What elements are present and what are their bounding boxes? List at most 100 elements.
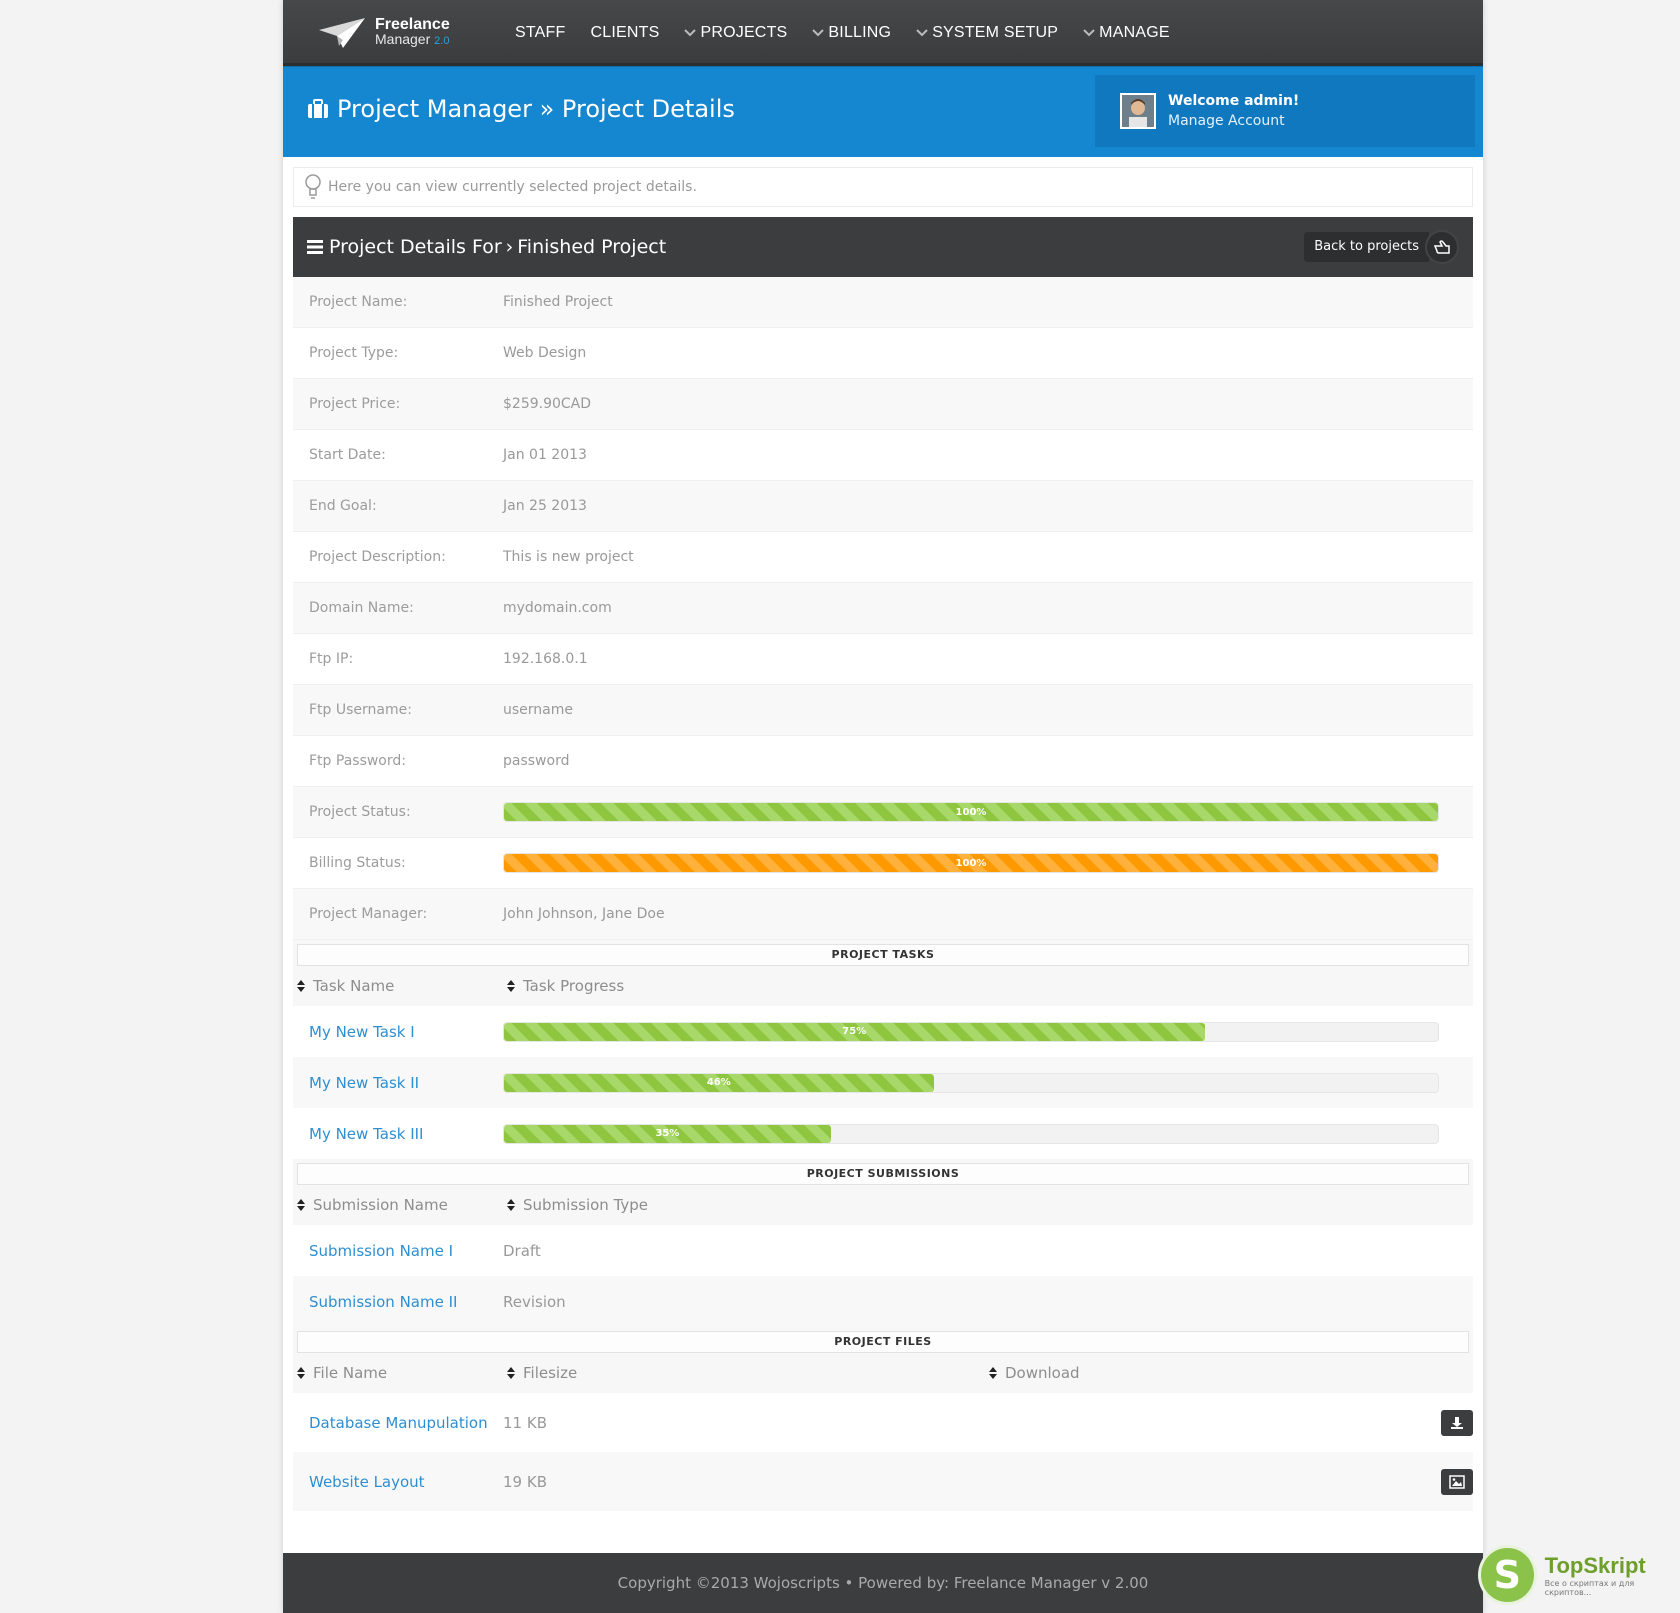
progress-fill: 100% <box>504 803 1438 821</box>
th-label: Task Progress <box>523 977 625 995</box>
main-menu: STAFF CLIENTS PROJECTS BILLING SYSTEM SE… <box>515 0 1195 66</box>
th-filesize[interactable]: Filesize <box>503 1364 985 1382</box>
file-link[interactable]: Database Manupulation <box>309 1414 488 1432</box>
task-link[interactable]: My New Task II <box>309 1074 419 1092</box>
user-photo-icon <box>1122 95 1154 127</box>
detail-label: Project Status: <box>309 804 411 820</box>
files-table-header: File Name Filesize Download <box>293 1353 1473 1393</box>
chevron-down-icon <box>1083 29 1095 37</box>
th-download[interactable]: Download <box>985 1364 1080 1382</box>
th-label: Submission Type <box>523 1196 649 1214</box>
panel-header: Project Details For › Finished Project B… <box>293 217 1473 277</box>
hand-point-left-icon[interactable] <box>1425 230 1459 264</box>
back-to-projects-button[interactable]: Back to projects <box>1304 230 1459 264</box>
watermark-tagline: Все о скриптах и для скриптов... <box>1544 1579 1635 1597</box>
detail-label: Start Date: <box>309 447 386 463</box>
th-submission-type[interactable]: Submission Type <box>503 1196 648 1214</box>
chevron-down-icon <box>684 29 697 37</box>
submission-link[interactable]: Submission Name I <box>309 1242 453 1260</box>
footer: Copyright ©2013 Wojoscripts • Powered by… <box>283 1553 1483 1613</box>
nav-billing[interactable]: BILLING <box>812 24 891 42</box>
menu-lines-icon <box>307 240 323 254</box>
detail-value: Finished Project <box>503 294 613 310</box>
details-list: Project Name: Finished Project Project T… <box>293 277 1473 940</box>
table-row: My New Task II 46% <box>293 1057 1473 1108</box>
table-row: Submission Name I Draft <box>293 1225 1473 1276</box>
nav-label: STAFF <box>515 24 566 41</box>
file-size: 11 KB <box>503 1413 547 1432</box>
table-row: Website Layout 19 KB <box>293 1452 1473 1511</box>
chevron-down-icon <box>812 29 825 37</box>
th-submission-name[interactable]: Submission Name <box>293 1196 503 1214</box>
th-label: File Name <box>313 1364 388 1382</box>
view-image-button[interactable] <box>1441 1468 1473 1495</box>
nav-label: SYSTEM SETUP <box>932 24 1059 41</box>
nav-manage[interactable]: MANAGE <box>1083 24 1170 42</box>
nav-staff[interactable]: STAFF <box>515 24 565 42</box>
sort-icon <box>507 1199 515 1211</box>
detail-value: Web Design <box>503 345 587 361</box>
chevron-down-icon <box>916 29 928 37</box>
progress-fill: 46% <box>504 1073 934 1092</box>
sort-icon <box>297 1199 305 1211</box>
detail-value: Jan 01 2013 <box>503 447 587 463</box>
back-button-label[interactable]: Back to projects <box>1304 232 1429 262</box>
submission-type: Revision <box>503 1292 566 1311</box>
th-task-progress[interactable]: Task Progress <box>503 977 624 995</box>
detail-value: mydomain.com <box>503 600 612 616</box>
nav-system-setup[interactable]: SYSTEM SETUP <box>916 24 1058 42</box>
download-button[interactable] <box>1441 1409 1473 1436</box>
table-row: Submission Name II Revision <box>293 1276 1473 1327</box>
avatar[interactable] <box>1120 93 1156 129</box>
app-logo[interactable]: Freelance Manager 2.0 <box>317 16 450 50</box>
table-row: My New Task III 35% <box>293 1108 1473 1159</box>
detail-label: End Goal: <box>309 498 377 514</box>
sort-icon <box>507 980 515 992</box>
download-icon <box>1451 1416 1463 1429</box>
detail-label: Project Description: <box>309 549 446 565</box>
paper-plane-icon <box>319 18 365 48</box>
detail-label: Project Price: <box>309 396 401 412</box>
sort-icon <box>989 1367 997 1379</box>
section-title-submissions: PROJECT SUBMISSIONS <box>297 1163 1469 1185</box>
nav-projects[interactable]: PROJECTS <box>684 24 787 42</box>
detail-label: Billing Status: <box>309 855 406 871</box>
project-details-panel: Project Details For › Finished Project B… <box>293 217 1473 1511</box>
detail-value: This is new project <box>503 549 634 565</box>
th-file-name[interactable]: File Name <box>293 1364 503 1382</box>
detail-row-ftp-ip: Ftp IP: 192.168.0.1 <box>293 634 1473 685</box>
billing-status-progress: 100% <box>503 853 1439 873</box>
detail-value: password <box>503 753 570 769</box>
progress-fill: 75% <box>504 1022 1205 1041</box>
submission-link[interactable]: Submission Name II <box>309 1293 457 1311</box>
nav-label: BILLING <box>828 24 892 41</box>
detail-row-ftp-username: Ftp Username: username <box>293 685 1473 736</box>
detail-label: Project Type: <box>309 345 399 361</box>
detail-value: $259.90CAD <box>503 396 592 412</box>
task-link[interactable]: My New Task I <box>309 1023 415 1041</box>
th-label: Filesize <box>523 1364 578 1382</box>
logo-version: 2.0 <box>434 35 450 47</box>
watermark-brand: TopSkript <box>1544 1553 1646 1578</box>
progress-text: 46% <box>706 1077 731 1088</box>
detail-row-project-type: Project Type: Web Design <box>293 328 1473 379</box>
progress-text: 75% <box>842 1026 867 1037</box>
tip-text: Here you can view currently selected pro… <box>328 179 697 195</box>
breadcrumb-section[interactable]: Project Manager <box>337 95 532 123</box>
progress-text: 35% <box>655 1128 680 1139</box>
nav-clients[interactable]: CLIENTS <box>590 24 659 42</box>
section-title-tasks: PROJECT TASKS <box>297 944 1469 966</box>
nav-label: CLIENTS <box>590 24 660 41</box>
th-task-name[interactable]: Task Name <box>293 977 503 995</box>
file-link[interactable]: Website Layout <box>309 1473 425 1491</box>
detail-row-ftp-password: Ftp Password: password <box>293 736 1473 787</box>
detail-row-end-goal: End Goal: Jan 25 2013 <box>293 481 1473 532</box>
detail-label: Ftp Username: <box>309 702 412 718</box>
manage-account-link[interactable]: Manage Account <box>1168 111 1299 131</box>
detail-row-project-price: Project Price: $259.90CAD <box>293 379 1473 430</box>
detail-value: username <box>503 702 573 718</box>
detail-value: 192.168.0.1 <box>503 651 588 667</box>
footer-copyright: Copyright ©2013 Wojoscripts • Powered by… <box>617 1574 1149 1592</box>
logo-subtitle: Manager <box>375 31 431 47</box>
task-link[interactable]: My New Task III <box>309 1125 424 1143</box>
